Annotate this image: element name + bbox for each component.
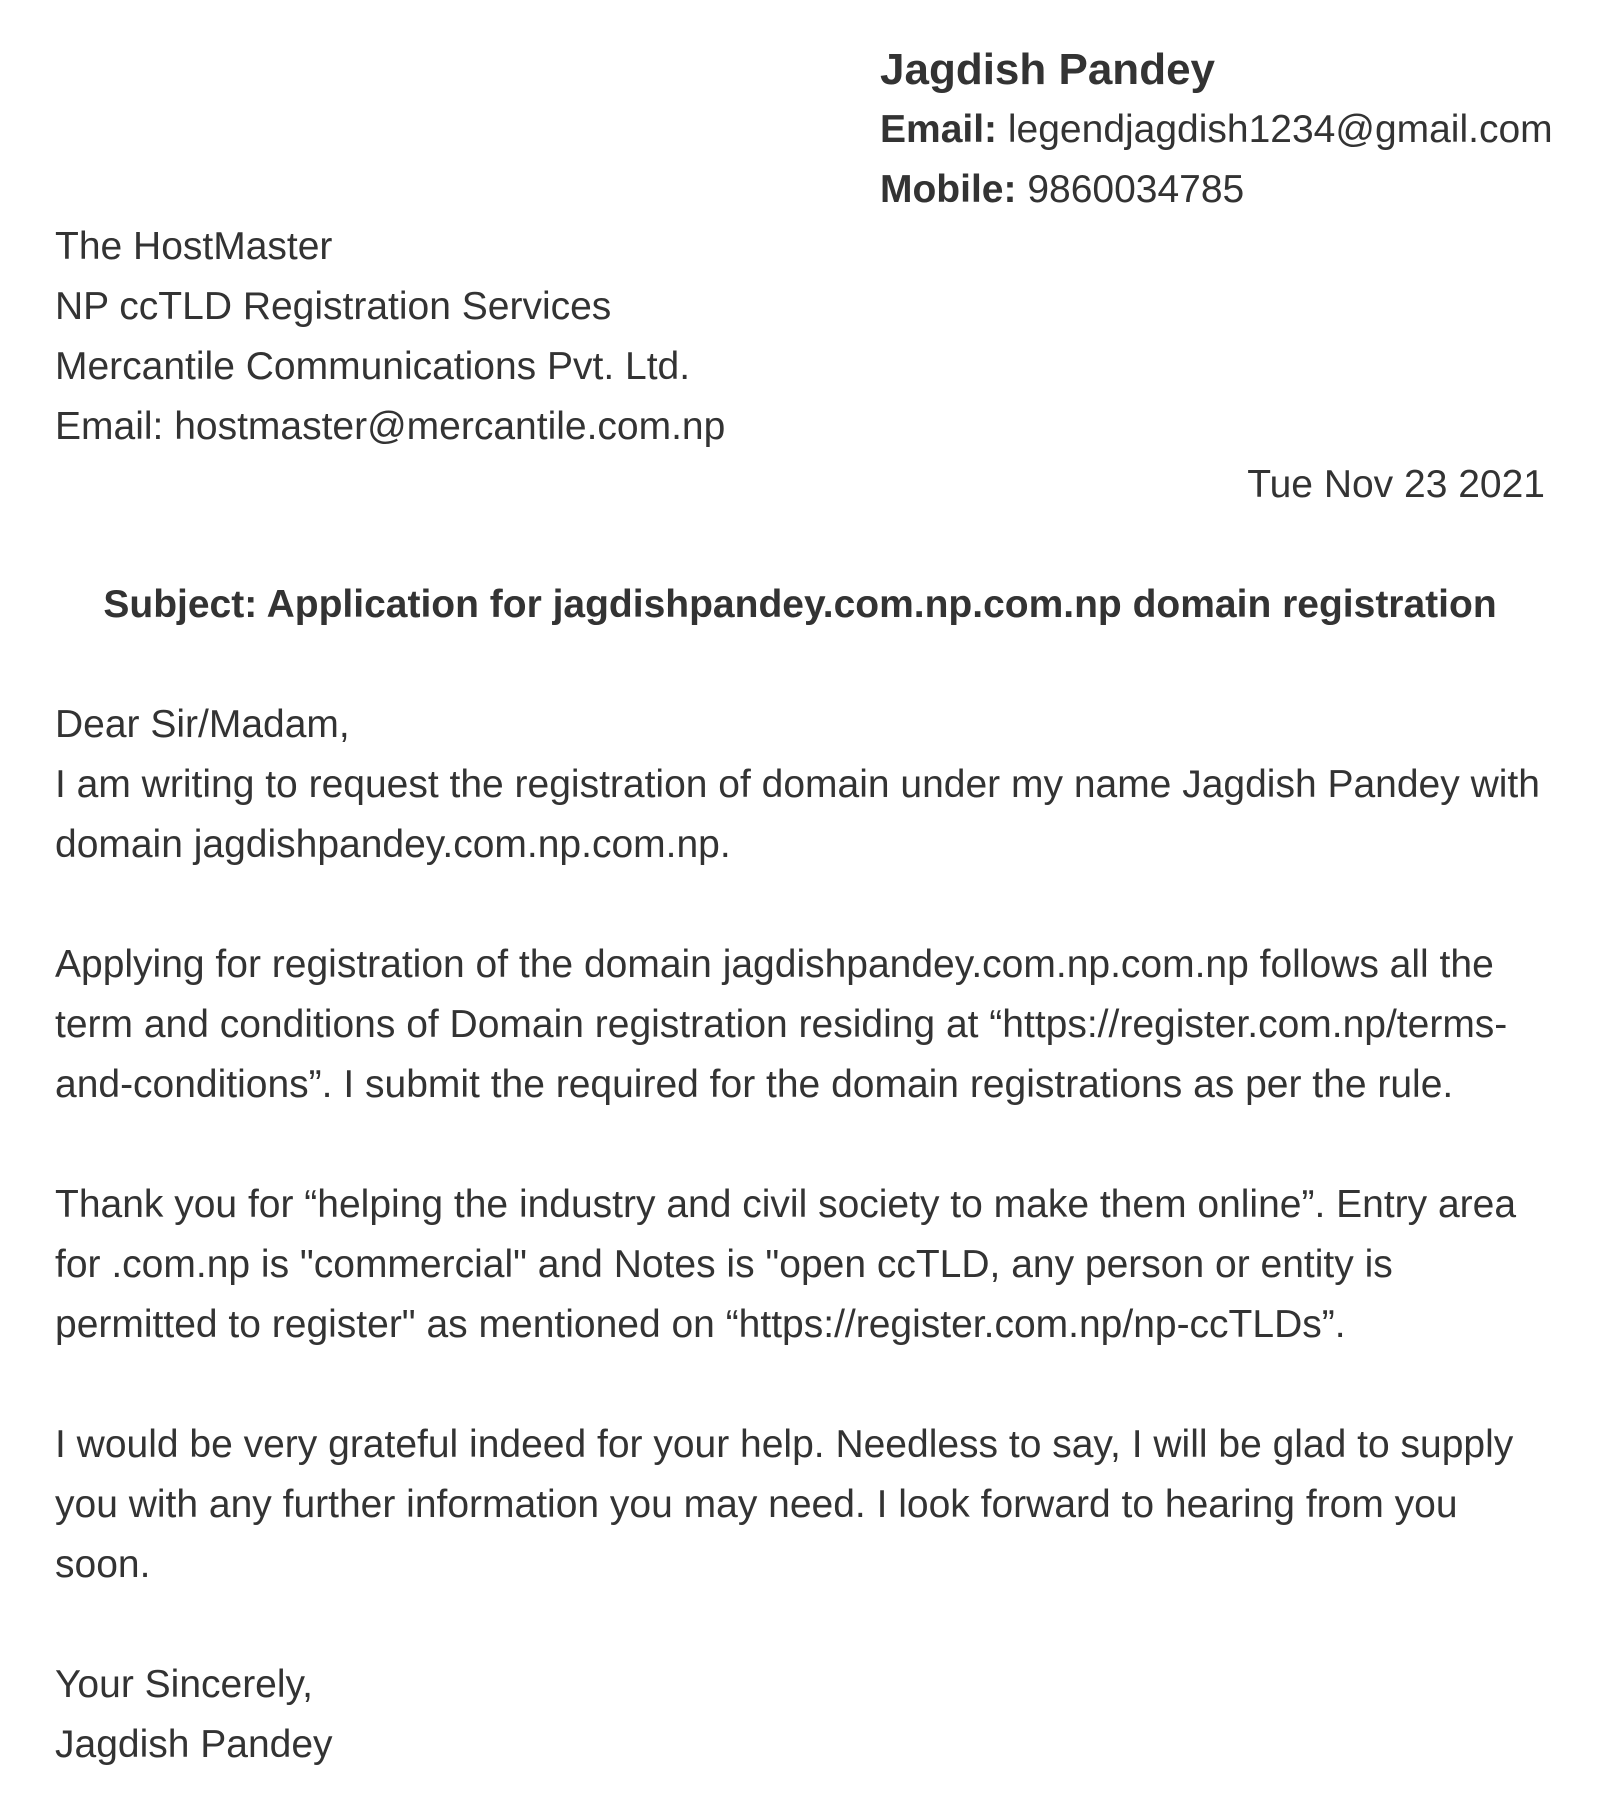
paragraph-3: Thank you for “helping the industry and … — [55, 1183, 1517, 1346]
paragraph-4: I would be very grateful indeed for your… — [55, 1423, 1514, 1586]
sender-mobile: 9860034785 — [1027, 168, 1245, 211]
sender-block: Jagdish Pandey Email: legendjagdish1234@… — [880, 40, 1553, 220]
paragraph-2: Applying for registration of the domain … — [55, 943, 1508, 1106]
sender-email-line: Email: legendjagdish1234@gmail.com — [880, 100, 1553, 160]
closing-block: Your Sincerely, Jagdish Pandey — [55, 1655, 1545, 1775]
letter-body: Dear Sir/Madam, I am writing to request … — [55, 695, 1545, 1775]
recipient-email: Email: hostmaster@mercantile.com.np — [55, 405, 726, 448]
recipient-block: The HostMaster NP ccTLD Registration Ser… — [55, 217, 725, 457]
paragraph-1: I am writing to request the registration… — [55, 763, 1540, 866]
recipient-line-3: Mercantile Communications Pvt. Ltd. — [55, 345, 691, 388]
letter-page: Jagdish Pandey Email: legendjagdish1234@… — [0, 0, 1600, 1820]
recipient-line-2: NP ccTLD Registration Services — [55, 285, 612, 328]
sender-email: legendjagdish1234@gmail.com — [1007, 108, 1553, 151]
letter-subject: Subject: Application for jagdishpandey.c… — [103, 583, 1497, 626]
letter-date: Tue Nov 23 2021 — [1247, 463, 1545, 506]
closing-signature-name: Jagdish Pandey — [55, 1723, 333, 1766]
sender-name: Jagdish Pandey — [880, 45, 1216, 94]
greeting: Dear Sir/Madam, — [55, 703, 350, 746]
sender-mobile-line: Mobile: 9860034785 — [880, 160, 1553, 220]
sender-email-label: Email: — [880, 108, 998, 151]
sender-mobile-label: Mobile: — [880, 168, 1017, 211]
closing-salutation: Your Sincerely, — [55, 1663, 313, 1706]
recipient-line-1: The HostMaster — [55, 225, 333, 268]
